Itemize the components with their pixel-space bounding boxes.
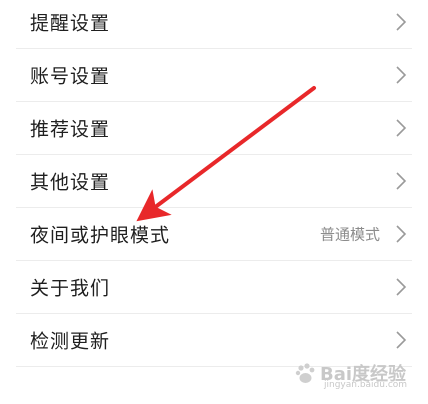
settings-item-label: 账号设置 (30, 65, 111, 88)
paw-icon (295, 363, 315, 383)
settings-item-label: 检测更新 (30, 330, 111, 353)
chevron-right-icon (396, 66, 407, 84)
watermark-subtext: jingyan.baidu.com (324, 380, 408, 390)
chevron-right-icon (396, 119, 407, 137)
settings-item-label: 其他设置 (30, 171, 111, 194)
chevron-right-icon (396, 331, 407, 349)
settings-item-label: 提醒设置 (30, 12, 111, 35)
settings-item-about[interactable]: 关于我们 (16, 261, 412, 314)
settings-list: 提醒设置 账号设置 推荐设置 其他设置 夜间或护眼模式 普通模式 关于我们 检测… (0, 0, 428, 367)
watermark-logo: Bai度经验 jingyan.baidu.com (294, 360, 408, 394)
settings-item-value: 普通模式 (319, 225, 380, 244)
settings-item-night-eye-mode[interactable]: 夜间或护眼模式 普通模式 (16, 208, 412, 261)
settings-item-recommendation[interactable]: 推荐设置 (16, 102, 412, 155)
settings-item-reminder[interactable]: 提醒设置 (16, 0, 412, 49)
settings-item-label: 关于我们 (30, 277, 111, 300)
chevron-right-icon (396, 278, 407, 296)
chevron-right-icon (396, 172, 407, 190)
settings-item-label: 推荐设置 (30, 118, 111, 141)
settings-item-other[interactable]: 其他设置 (16, 155, 412, 208)
chevron-right-icon (396, 225, 407, 243)
chevron-right-icon (396, 13, 407, 31)
settings-item-account[interactable]: 账号设置 (16, 49, 412, 102)
settings-item-label: 夜间或护眼模式 (30, 224, 171, 247)
